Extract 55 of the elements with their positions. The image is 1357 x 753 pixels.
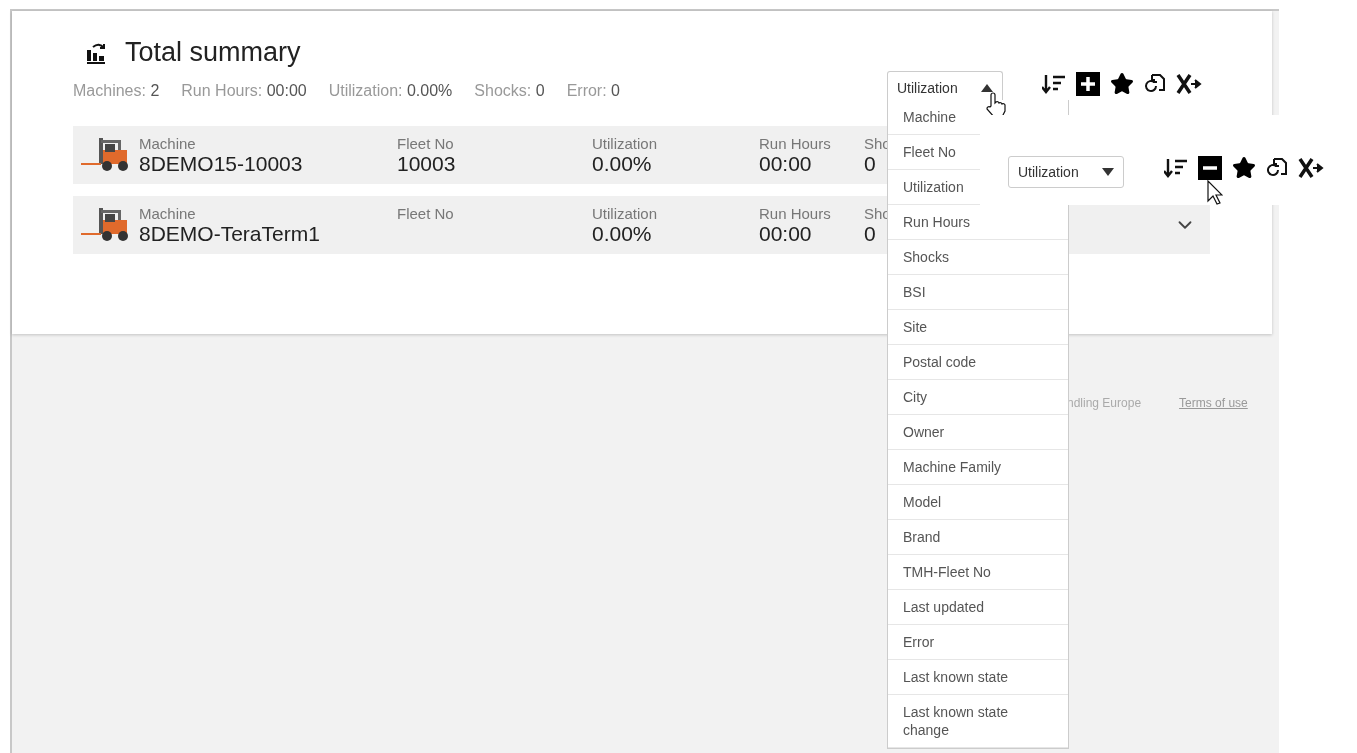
copy-icon[interactable]	[1266, 157, 1288, 179]
cell-value: 0	[864, 151, 876, 176]
cell-value: 0	[864, 221, 876, 246]
menu-item[interactable]: TMH-Fleet No	[888, 555, 1068, 590]
expand-all-icon[interactable]	[1076, 72, 1100, 96]
copy-icon[interactable]	[1144, 73, 1166, 95]
cell-label: Machine	[139, 204, 196, 222]
forklift-icon	[81, 136, 131, 174]
summary-stat: Machines: 2	[73, 82, 160, 100]
sort-select[interactable]: Utilization	[887, 71, 1003, 103]
menu-item[interactable]: Error	[888, 625, 1068, 660]
cell-value: 10003	[397, 151, 456, 176]
caret-down-icon	[1102, 168, 1114, 176]
cell-value: 8DEMO15-10003	[139, 151, 303, 176]
menu-item[interactable]: Model	[888, 485, 1068, 520]
export-icon[interactable]	[1176, 73, 1202, 95]
arrow-cursor-icon	[1207, 180, 1223, 206]
caret-up-icon	[981, 83, 993, 92]
summary-stat: Shocks: 0	[474, 82, 545, 100]
menu-item[interactable]: BSI	[888, 275, 1068, 310]
star-icon[interactable]	[1232, 156, 1256, 180]
cell-value: 00:00	[759, 151, 812, 176]
cell-label: Utilization	[592, 134, 658, 152]
summary-stat: Utilization: 0.00%	[328, 82, 453, 100]
menu-item[interactable]: Owner	[888, 415, 1068, 450]
summary-stat: Run Hours: 00:00	[181, 82, 307, 100]
menu-item[interactable]: Machine Family	[888, 450, 1068, 485]
page-title: Total summary	[125, 37, 301, 68]
cell-label: Run Hours	[759, 204, 831, 222]
collapse-all-icon[interactable]	[1198, 156, 1222, 180]
star-icon[interactable]	[1110, 72, 1134, 96]
summary-stat: Error: 0	[566, 82, 620, 100]
cell-label: Fleet No	[397, 204, 454, 222]
cell-value: 0.00%	[592, 151, 652, 176]
menu-item[interactable]: Brand	[888, 520, 1068, 555]
menu-item[interactable]: Postal code	[888, 345, 1068, 380]
cell-label: Utilization	[592, 204, 658, 222]
menu-item[interactable]: Shocks	[888, 240, 1068, 275]
sort-icon[interactable]	[1042, 74, 1066, 94]
cell-value: 0.00%	[592, 221, 652, 246]
menu-item[interactable]: Last updated	[888, 590, 1068, 625]
sort-select[interactable]: Utilization	[1008, 156, 1124, 188]
cell-label: Fleet No	[397, 134, 454, 152]
sort-icon[interactable]	[1164, 158, 1188, 178]
cell-label: Run Hours	[759, 134, 831, 152]
menu-item[interactable]: City	[888, 380, 1068, 415]
menu-item[interactable]: Last known state	[888, 660, 1068, 695]
menu-item[interactable]: Site	[888, 310, 1068, 345]
cell-value: 8DEMO-TeraTerm1	[139, 221, 320, 246]
cell-value: 00:00	[759, 221, 812, 246]
cell-label: Machine	[139, 134, 196, 152]
export-icon[interactable]	[1298, 157, 1324, 179]
chart-icon	[85, 41, 107, 64]
menu-item[interactable]: Last known state change	[888, 695, 1068, 748]
forklift-icon	[81, 206, 131, 244]
